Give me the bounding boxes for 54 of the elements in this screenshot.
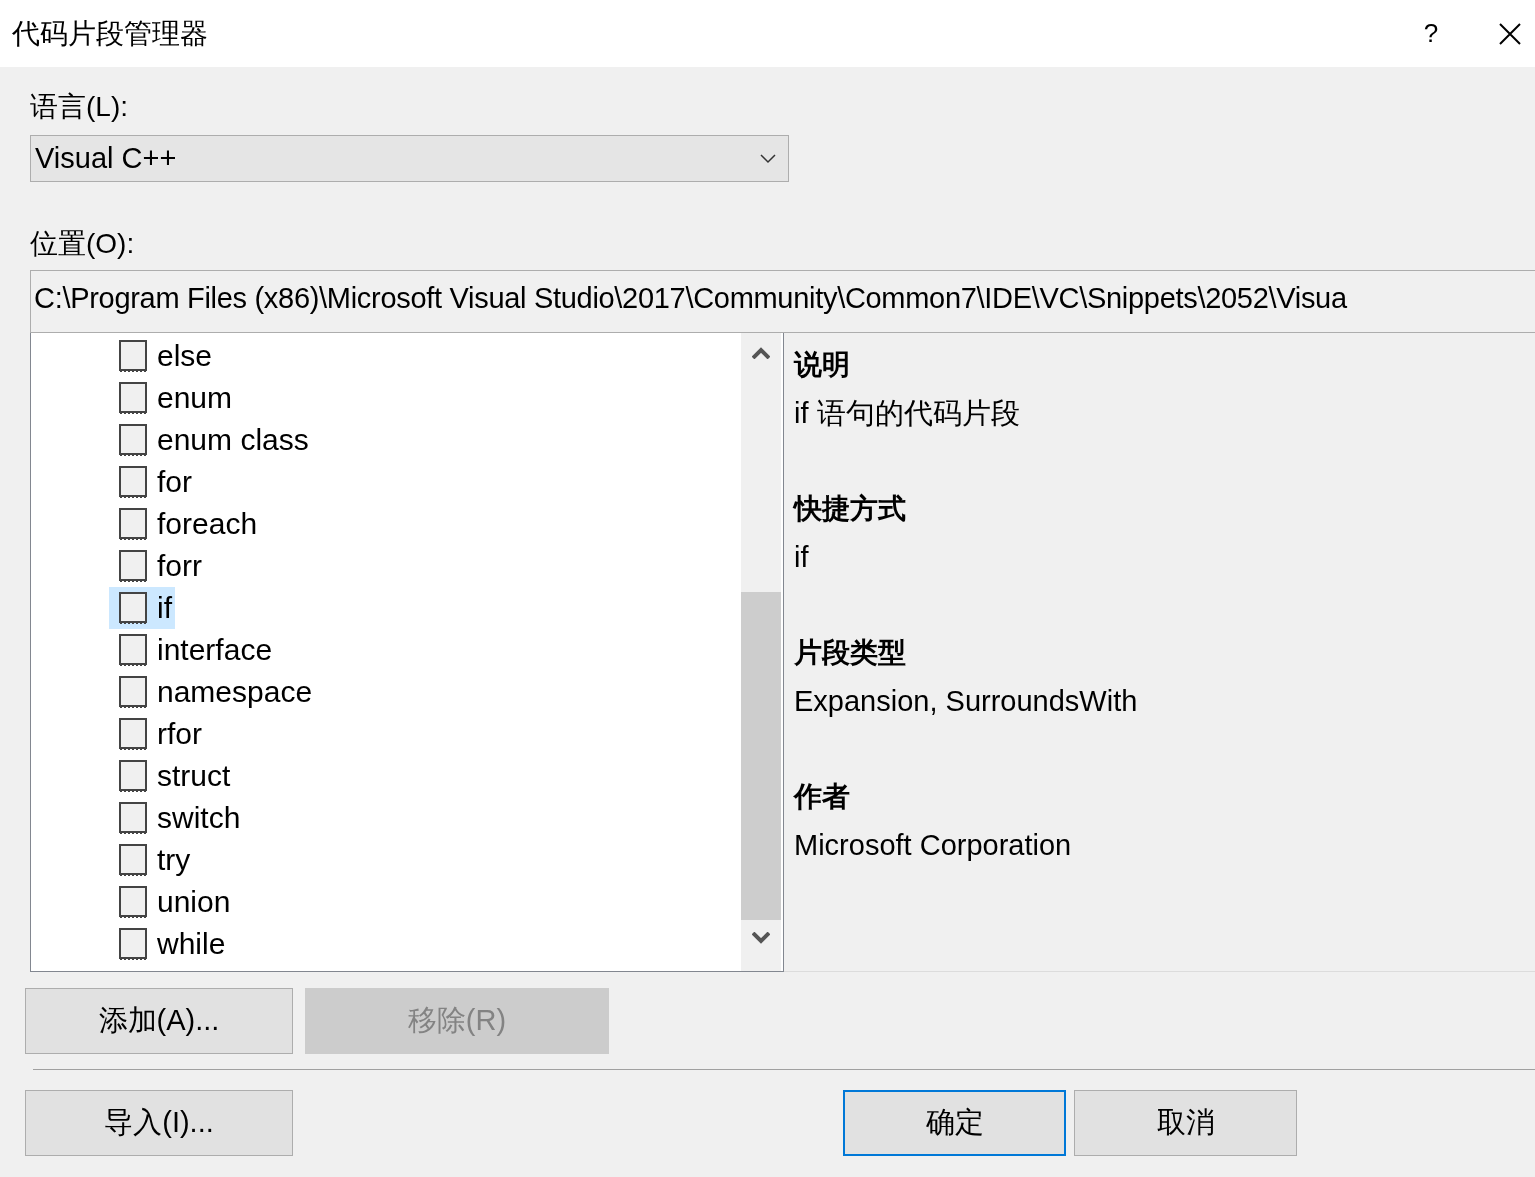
- detail-value: Microsoft Corporation: [794, 828, 1073, 863]
- cancel-button[interactable]: 取消: [1074, 1090, 1297, 1156]
- scrollbar[interactable]: [741, 333, 781, 971]
- snippet-icon: [119, 508, 147, 540]
- snippet-icon: [119, 886, 147, 918]
- detail-heading: 说明: [794, 348, 851, 382]
- snippet-icon: [119, 340, 147, 372]
- snippet-item[interactable]: namespace: [109, 671, 316, 713]
- snippet-icon: [119, 382, 147, 414]
- detail-heading: 快捷方式: [794, 492, 907, 526]
- snippet-item[interactable]: union: [109, 881, 234, 923]
- snippet-item[interactable]: forr: [109, 545, 205, 587]
- snippet-item[interactable]: while: [109, 923, 229, 965]
- snippet-icon: [119, 802, 147, 834]
- import-button[interactable]: 导入(I)...: [25, 1090, 293, 1156]
- scroll-down-icon[interactable]: [752, 932, 770, 944]
- snippet-item[interactable]: enum class: [109, 419, 312, 461]
- snippet-icon: [119, 634, 147, 666]
- snippet-icon: [119, 760, 147, 792]
- snippet-item[interactable]: switch: [109, 797, 244, 839]
- scrollbar-thumb[interactable]: [741, 592, 781, 920]
- snippet-item[interactable]: try: [109, 839, 194, 881]
- detail-heading: 作者: [794, 780, 851, 814]
- snippet-icon: [119, 550, 147, 582]
- detail-value: Expansion, SurroundsWith: [794, 684, 1139, 719]
- snippet-item[interactable]: struct: [109, 755, 234, 797]
- chevron-down-icon: [760, 153, 776, 164]
- detail-heading: 片段类型: [794, 636, 907, 670]
- detail-value: if: [794, 540, 810, 575]
- language-label: 语言(L):: [30, 90, 129, 124]
- close-icon: [1499, 22, 1521, 45]
- scroll-up-icon[interactable]: [752, 347, 770, 359]
- snippet-icon: [119, 718, 147, 750]
- snippet-item[interactable]: else: [109, 335, 216, 377]
- snippet-icon: [119, 592, 147, 624]
- snippet-icon: [119, 844, 147, 876]
- language-dropdown[interactable]: Visual C++: [30, 135, 789, 182]
- snippet-item[interactable]: if: [109, 587, 175, 629]
- ok-button[interactable]: 确定: [843, 1090, 1066, 1156]
- add-button[interactable]: 添加(A)...: [25, 988, 293, 1054]
- window-title: 代码片段管理器: [12, 16, 209, 51]
- snippet-icon: [119, 676, 147, 708]
- snippet-icon: [119, 424, 147, 456]
- snippet-icon: [119, 928, 147, 960]
- help-button[interactable]: ?: [1401, 8, 1461, 59]
- snippet-item[interactable]: foreach: [109, 503, 261, 545]
- snippet-icon: [119, 466, 147, 498]
- detail-value: if 语句的代码片段: [794, 396, 1021, 431]
- snippet-item[interactable]: enum: [109, 377, 236, 419]
- location-label: 位置(O):: [30, 227, 136, 261]
- snippet-item[interactable]: interface: [109, 629, 276, 671]
- snippet-item[interactable]: for: [109, 461, 195, 503]
- snippet-item[interactable]: rfor: [109, 713, 205, 755]
- location-field[interactable]: C:\Program Files (x86)\Microsoft Visual Studio\2017\Community\Common7\IDE\VC\Snippets\2052\Visua: [30, 270, 1535, 333]
